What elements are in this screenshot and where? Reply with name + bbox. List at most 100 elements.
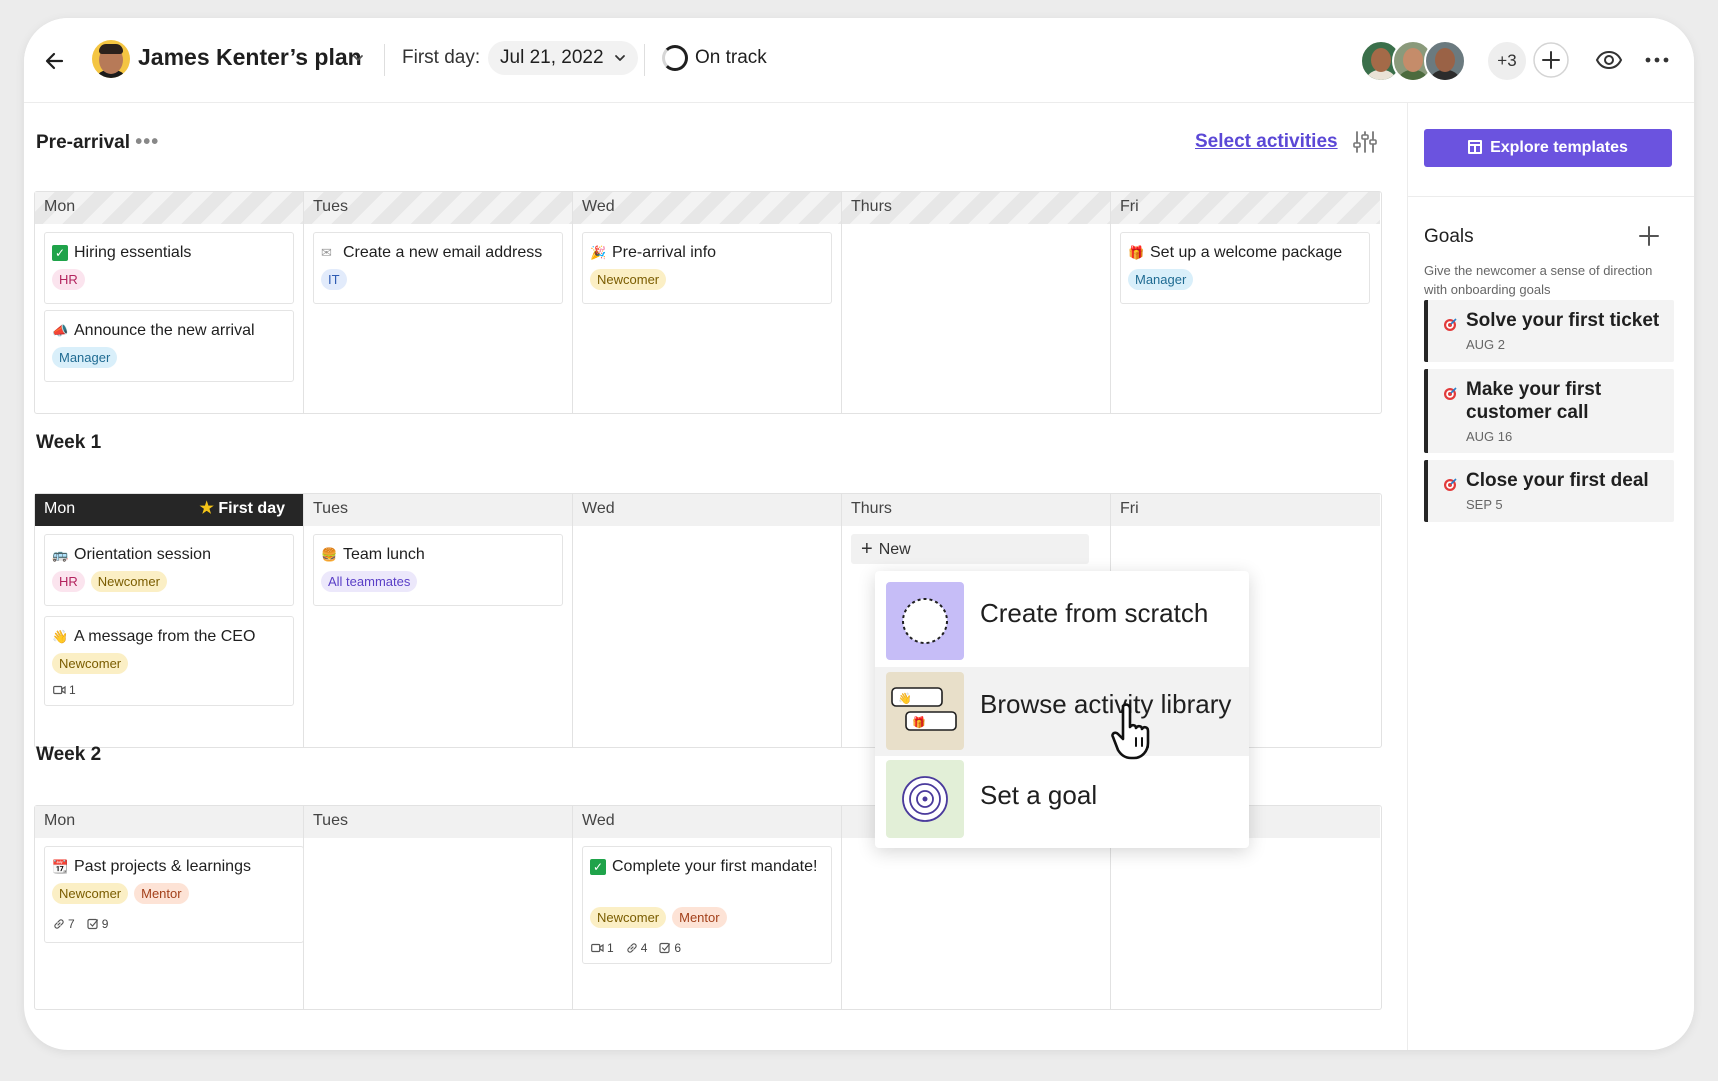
tag-hr: HR bbox=[52, 269, 85, 290]
task-count-value: 6 bbox=[674, 941, 682, 955]
menu-item-label: Set a goal bbox=[980, 780, 1098, 810]
menu-item-set-a-goal[interactable]: Set a goal bbox=[875, 756, 1249, 845]
day-header: Tues bbox=[304, 806, 572, 838]
day-column-tues: Tues ✉ Create a new email address IT bbox=[304, 192, 573, 413]
task-count-value: 9 bbox=[101, 917, 109, 931]
activity-card[interactable]: 👋 A message from the CEO Newcomer 1 bbox=[44, 616, 294, 706]
more-members-count[interactable]: +3 bbox=[1486, 40, 1528, 82]
link-count-value: 4 bbox=[640, 941, 648, 955]
app-window: James Kenter’s plan First day: Jul 21, 2… bbox=[24, 18, 1694, 1050]
waving-hand-icon: 👋 bbox=[52, 629, 69, 644]
activity-card[interactable]: 🎉 Pre-arrival info Newcomer bbox=[582, 232, 832, 304]
video-count-value: 1 bbox=[607, 941, 614, 955]
hand-cursor-icon bbox=[1111, 703, 1150, 760]
day-column-wed: Wed ✓ Complete your first mandate! Newcom… bbox=[573, 806, 842, 1009]
section-title-week1: Week 1 bbox=[36, 432, 102, 453]
new-button-label: New bbox=[878, 541, 911, 558]
day-column-mon: Mon ★ First day 🚌 Orientation session HR … bbox=[35, 494, 304, 747]
tag-newcomer: Newcomer bbox=[52, 653, 129, 674]
add-member-button[interactable] bbox=[1532, 41, 1570, 79]
day-column-mon: Mon 📆 Past projects & learnings Newcomer … bbox=[35, 806, 304, 1009]
select-activities-link[interactable]: Select activities bbox=[1195, 131, 1338, 153]
bus-icon: 🚌 bbox=[52, 547, 69, 562]
task-count: 9 bbox=[87, 917, 109, 931]
eye-icon[interactable] bbox=[1590, 41, 1628, 79]
activity-card[interactable]: 📣 Announce the new arrival Manager bbox=[44, 310, 294, 382]
section-title-week2: Week 2 bbox=[36, 744, 102, 765]
activity-card[interactable]: ✓ Hiring essentials HR bbox=[44, 232, 294, 304]
menu-item-browse-activity-library[interactable]: 👋 🎁 Browse activity library bbox=[875, 667, 1249, 756]
link-count: 4 bbox=[626, 941, 648, 955]
team-avatar[interactable] bbox=[1424, 40, 1466, 82]
day-column-tues: Tues bbox=[304, 806, 573, 1009]
plan-title[interactable]: James Kenter’s plan bbox=[138, 44, 362, 71]
tag-newcomer: Newcomer bbox=[90, 571, 167, 592]
plus-icon: + bbox=[861, 538, 873, 560]
more-horizontal-icon[interactable]: ••• bbox=[135, 131, 159, 153]
progress-ring-icon bbox=[662, 45, 688, 71]
day-column-fri: Fri 🎁 Set up a welcome package Manager bbox=[1111, 192, 1380, 413]
pre-arrival-grid: Mon ✓ Hiring essentials HR 📣 Announce the … bbox=[34, 191, 1382, 414]
card-title: Orientation session bbox=[74, 546, 211, 563]
star-icon: ★ bbox=[199, 500, 214, 517]
add-goal-button[interactable] bbox=[1638, 225, 1660, 247]
activity-card[interactable]: 🎁 Set up a welcome package Manager bbox=[1120, 232, 1370, 304]
day-column-wed: Wed bbox=[573, 494, 842, 747]
first-day-badge-text: First day bbox=[218, 500, 285, 517]
set-goal-thumbnail bbox=[886, 760, 964, 838]
menu-item-label: Browse activity library bbox=[980, 689, 1232, 719]
goal-date: AUG 16 bbox=[1466, 429, 1513, 444]
target-icon bbox=[1444, 478, 1457, 491]
status-text[interactable]: On track bbox=[695, 47, 767, 69]
video-count-value: 1 bbox=[69, 683, 76, 697]
section-title-text: Pre-arrival bbox=[36, 132, 131, 153]
goal-card[interactable]: Solve your first ticket AUG 2 bbox=[1424, 300, 1674, 362]
back-arrow-icon[interactable] bbox=[40, 46, 70, 76]
link-icon bbox=[54, 919, 64, 929]
tag-manager: Manager bbox=[52, 347, 118, 368]
goal-card[interactable]: Make your first customer call AUG 16 bbox=[1424, 369, 1674, 453]
menu-item-label: Create from scratch bbox=[980, 598, 1209, 628]
goal-title: Make your first customer call bbox=[1466, 379, 1602, 423]
megaphone-icon: 📣 bbox=[52, 323, 69, 338]
day-header: Mon bbox=[35, 192, 303, 224]
activity-card[interactable]: 🚌 Orientation session HR Newcomer bbox=[44, 534, 294, 606]
explore-templates-button[interactable]: Explore templates bbox=[1424, 129, 1672, 167]
menu-item-create-from-scratch[interactable]: Create from scratch bbox=[875, 571, 1249, 660]
envelope-icon: ✉ bbox=[321, 245, 332, 260]
card-title: Hiring essentials bbox=[74, 244, 192, 261]
dashed-circle-icon bbox=[902, 598, 948, 644]
first-day-value: Jul 21, 2022 bbox=[500, 47, 604, 68]
tag-newcomer: Newcomer bbox=[590, 907, 667, 928]
checkmark-icon: ✓ bbox=[590, 859, 606, 875]
card-title: Set up a welcome package bbox=[1150, 244, 1343, 261]
day-column-mon: Mon ✓ Hiring essentials HR 📣 Announce the … bbox=[35, 192, 304, 413]
day-column-tues: Tues 🍔 Team lunch All teammates bbox=[304, 494, 573, 747]
more-horizontal-icon[interactable] bbox=[1638, 41, 1676, 79]
new-activity-button[interactable]: + New bbox=[851, 534, 1089, 564]
sliders-icon[interactable] bbox=[1352, 129, 1378, 155]
card-title: Create a new email address bbox=[343, 244, 543, 261]
divider bbox=[384, 44, 385, 76]
activity-card[interactable]: 📆 Past projects & learnings Newcomer Ment… bbox=[44, 846, 304, 943]
card-title: Team lunch bbox=[343, 546, 425, 563]
target-icon bbox=[902, 776, 948, 822]
day-header-first-day: Mon ★ First day bbox=[35, 494, 303, 526]
top-bar: James Kenter’s plan First day: Jul 21, 2… bbox=[24, 18, 1694, 103]
first-day-date-picker[interactable]: Jul 21, 2022 bbox=[488, 41, 638, 75]
activity-card[interactable]: ✓ Complete your first mandate! Newcomer M… bbox=[582, 846, 832, 964]
card-title: Announce the new arrival bbox=[74, 322, 255, 339]
day-header: Tues bbox=[304, 494, 572, 526]
gift-icon: 🎁 bbox=[1128, 245, 1145, 260]
goal-title: Solve your first ticket bbox=[1466, 310, 1660, 331]
video-icon bbox=[53, 685, 66, 695]
svg-text:🎁: 🎁 bbox=[912, 716, 926, 729]
goal-card[interactable]: Close your first deal SEP 5 bbox=[1424, 460, 1674, 522]
cards-stack-icon: 👋 🎁 bbox=[891, 687, 957, 731]
card-title: Pre-arrival info bbox=[612, 244, 717, 261]
new-activity-menu: Create from scratch 👋 🎁 Browse activity … bbox=[875, 571, 1249, 848]
activity-card[interactable]: ✉ Create a new email address IT bbox=[313, 232, 563, 304]
tag-newcomer: Newcomer bbox=[590, 269, 667, 290]
activity-card[interactable]: 🍔 Team lunch All teammates bbox=[313, 534, 563, 606]
chevron-down-icon[interactable] bbox=[350, 50, 366, 66]
